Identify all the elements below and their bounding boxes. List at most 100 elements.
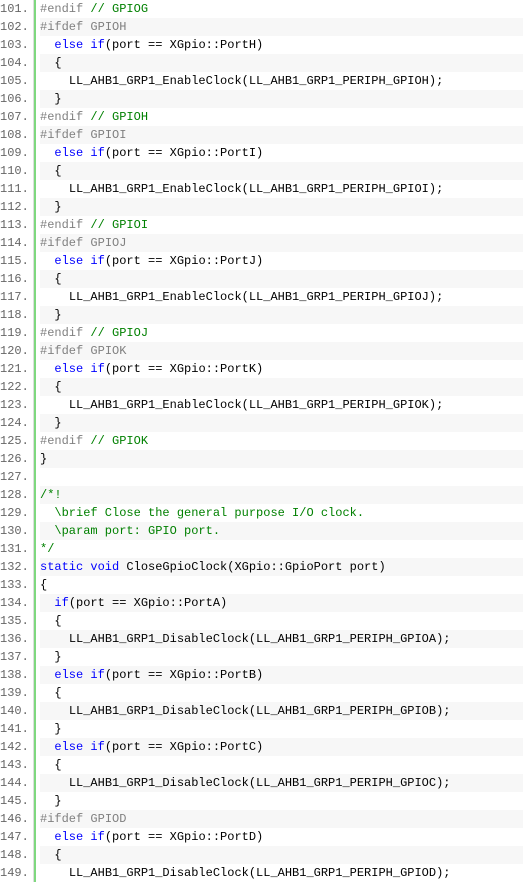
- line-number: 114.: [0, 234, 27, 252]
- code-line[interactable]: if(port == XGpio::PortA): [40, 594, 523, 612]
- code-line[interactable]: #ifdef GPIOJ: [40, 234, 523, 252]
- code-line[interactable]: \param port: GPIO port.: [40, 522, 523, 540]
- code-line[interactable]: #endif // GPIOK: [40, 432, 523, 450]
- code-line[interactable]: static void CloseGpioClock(XGpio::GpioPo…: [40, 558, 523, 576]
- code-token: [83, 0, 90, 18]
- code-line[interactable]: {: [40, 756, 523, 774]
- line-number: 142.: [0, 738, 27, 756]
- code-token: LL_AHB1_GRP1_EnableClock(LL_AHB1_GRP1_PE…: [69, 396, 443, 414]
- code-token: if: [54, 594, 68, 612]
- code-token: }: [54, 720, 61, 738]
- code-token: */: [40, 540, 54, 558]
- indent: [40, 306, 54, 324]
- code-area[interactable]: #endif // GPIOG#ifdef GPIOH else if(port…: [36, 0, 523, 882]
- indent: [40, 666, 54, 684]
- line-number: 118.: [0, 306, 27, 324]
- line-number: 117.: [0, 288, 27, 306]
- indent: [40, 630, 69, 648]
- code-line[interactable]: {: [40, 846, 523, 864]
- code-line[interactable]: LL_AHB1_GRP1_DisableClock(LL_AHB1_GRP1_P…: [40, 774, 523, 792]
- code-token: #ifdef: [40, 234, 83, 252]
- line-number: 120.: [0, 342, 27, 360]
- code-line[interactable]: LL_AHB1_GRP1_EnableClock(LL_AHB1_GRP1_PE…: [40, 180, 523, 198]
- code-line[interactable]: }: [40, 720, 523, 738]
- line-number: 124.: [0, 414, 27, 432]
- line-number: 147.: [0, 828, 27, 846]
- code-line[interactable]: LL_AHB1_GRP1_DisableClock(LL_AHB1_GRP1_P…: [40, 702, 523, 720]
- code-line[interactable]: /*!: [40, 486, 523, 504]
- code-line[interactable]: }: [40, 450, 523, 468]
- code-token: // GPIOI: [90, 216, 148, 234]
- indent: [40, 378, 54, 396]
- line-number: 148.: [0, 846, 27, 864]
- code-line[interactable]: {: [40, 162, 523, 180]
- line-number: 105.: [0, 72, 27, 90]
- code-token: {: [40, 576, 47, 594]
- code-line[interactable]: {: [40, 54, 523, 72]
- code-line[interactable]: }: [40, 648, 523, 666]
- code-line[interactable]: else if(port == XGpio::PortI): [40, 144, 523, 162]
- code-line[interactable]: {: [40, 576, 523, 594]
- code-token: }: [54, 648, 61, 666]
- code-line[interactable]: else if(port == XGpio::PortC): [40, 738, 523, 756]
- code-line[interactable]: {: [40, 612, 523, 630]
- indent: [40, 648, 54, 666]
- line-number: 129.: [0, 504, 27, 522]
- code-line[interactable]: #ifdef GPIOD: [40, 810, 523, 828]
- code-line[interactable]: [40, 468, 523, 486]
- indent: [40, 360, 54, 378]
- code-token: {: [54, 846, 61, 864]
- code-token: }: [54, 198, 61, 216]
- code-line[interactable]: LL_AHB1_GRP1_EnableClock(LL_AHB1_GRP1_PE…: [40, 72, 523, 90]
- code-line[interactable]: else if(port == XGpio::PortB): [40, 666, 523, 684]
- code-token: LL_AHB1_GRP1_DisableClock(LL_AHB1_GRP1_P…: [69, 774, 451, 792]
- code-line[interactable]: LL_AHB1_GRP1_DisableClock(LL_AHB1_GRP1_P…: [40, 630, 523, 648]
- line-number: 123.: [0, 396, 27, 414]
- indent: [40, 180, 69, 198]
- code-line[interactable]: else if(port == XGpio::PortK): [40, 360, 523, 378]
- code-line[interactable]: #ifdef GPIOH: [40, 18, 523, 36]
- code-token: else if: [54, 144, 104, 162]
- code-token: #endif: [40, 216, 83, 234]
- code-line[interactable]: #endif // GPIOH: [40, 108, 523, 126]
- line-number: 113.: [0, 216, 27, 234]
- code-line[interactable]: */: [40, 540, 523, 558]
- code-line[interactable]: #endif // GPIOI: [40, 216, 523, 234]
- code-token: else if: [54, 828, 104, 846]
- indent: [40, 684, 54, 702]
- indent: [40, 774, 69, 792]
- line-number: 146.: [0, 810, 27, 828]
- line-number-gutter: 101.102.103.104.105.106.107.108.109.110.…: [0, 0, 34, 882]
- code-line[interactable]: }: [40, 414, 523, 432]
- code-line[interactable]: else if(port == XGpio::PortH): [40, 36, 523, 54]
- code-line[interactable]: LL_AHB1_GRP1_DisableClock(LL_AHB1_GRP1_P…: [40, 864, 523, 882]
- code-line[interactable]: #endif // GPIOG: [40, 0, 523, 18]
- code-line[interactable]: {: [40, 684, 523, 702]
- indent: [40, 864, 69, 882]
- indent: [40, 198, 54, 216]
- code-line[interactable]: #endif // GPIOJ: [40, 324, 523, 342]
- line-number: 107.: [0, 108, 27, 126]
- indent: [40, 162, 54, 180]
- line-number: 145.: [0, 792, 27, 810]
- code-line[interactable]: \brief Close the general purpose I/O clo…: [40, 504, 523, 522]
- line-number: 130.: [0, 522, 27, 540]
- code-line[interactable]: #ifdef GPIOI: [40, 126, 523, 144]
- code-line[interactable]: }: [40, 306, 523, 324]
- code-line[interactable]: LL_AHB1_GRP1_EnableClock(LL_AHB1_GRP1_PE…: [40, 288, 523, 306]
- code-line[interactable]: {: [40, 378, 523, 396]
- code-line[interactable]: {: [40, 270, 523, 288]
- code-line[interactable]: #ifdef GPIOK: [40, 342, 523, 360]
- code-token: // GPIOK: [90, 432, 148, 450]
- code-line[interactable]: else if(port == XGpio::PortD): [40, 828, 523, 846]
- code-token: #ifdef: [40, 18, 83, 36]
- code-line[interactable]: else if(port == XGpio::PortJ): [40, 252, 523, 270]
- line-number: 115.: [0, 252, 27, 270]
- code-line[interactable]: }: [40, 198, 523, 216]
- code-token: {: [54, 756, 61, 774]
- code-line[interactable]: }: [40, 792, 523, 810]
- code-token: /*!: [40, 486, 62, 504]
- code-line[interactable]: }: [40, 90, 523, 108]
- code-line[interactable]: LL_AHB1_GRP1_EnableClock(LL_AHB1_GRP1_PE…: [40, 396, 523, 414]
- line-number: 103.: [0, 36, 27, 54]
